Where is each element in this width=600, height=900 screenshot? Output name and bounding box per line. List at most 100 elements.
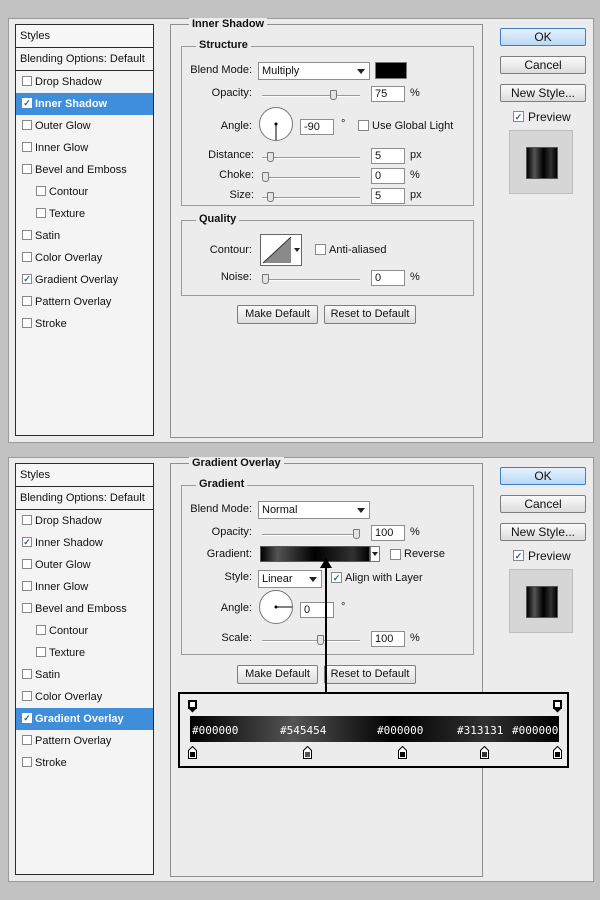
- checkbox[interactable]: [22, 691, 32, 701]
- style-item-bevel-emboss[interactable]: Bevel and Emboss: [16, 159, 153, 181]
- reset-to-default-button[interactable]: Reset to Default: [324, 665, 416, 684]
- distance-slider[interactable]: [262, 152, 360, 162]
- color-stop-icon[interactable]: [398, 746, 407, 759]
- style-item-satin[interactable]: Satin: [16, 664, 153, 686]
- blend-mode-select[interactable]: Multiply: [258, 62, 370, 80]
- slider-thumb[interactable]: [262, 274, 269, 284]
- angle-dial[interactable]: [259, 107, 293, 141]
- style-item-contour[interactable]: Contour: [16, 181, 153, 203]
- style-item-outer-glow[interactable]: Outer Glow: [16, 554, 153, 576]
- gradient-style-select[interactable]: Linear: [258, 570, 322, 588]
- contour-picker[interactable]: [260, 234, 302, 266]
- scale-input[interactable]: 100: [371, 631, 405, 647]
- style-item-contour[interactable]: Contour: [16, 620, 153, 642]
- checkbox[interactable]: [22, 230, 32, 240]
- checkbox-checked[interactable]: ✓: [22, 98, 32, 108]
- style-item-color-overlay[interactable]: Color Overlay: [16, 686, 153, 708]
- style-item-gradient-overlay[interactable]: ✓ Gradient Overlay: [16, 269, 153, 291]
- slider-thumb[interactable]: [262, 172, 269, 182]
- checkbox[interactable]: [22, 296, 32, 306]
- new-style-button[interactable]: New Style...: [500, 84, 586, 102]
- checkbox[interactable]: [22, 142, 32, 152]
- make-default-button[interactable]: Make Default: [237, 305, 318, 324]
- angle-dial[interactable]: [259, 590, 293, 624]
- noise-input[interactable]: 0: [371, 270, 405, 286]
- ok-button[interactable]: OK: [500, 28, 586, 46]
- reverse-checkbox[interactable]: [390, 549, 401, 560]
- opacity-stop-icon[interactable]: [553, 700, 562, 713]
- preview-checkbox[interactable]: ✓: [513, 550, 524, 561]
- preview-checkbox[interactable]: ✓: [513, 111, 524, 122]
- opacity-slider[interactable]: [262, 529, 360, 539]
- color-stop-icon[interactable]: [303, 746, 312, 759]
- style-item-inner-glow[interactable]: Inner Glow: [16, 137, 153, 159]
- style-item-pattern-overlay[interactable]: Pattern Overlay: [16, 730, 153, 752]
- checkbox[interactable]: [36, 208, 46, 218]
- global-light-checkbox[interactable]: [358, 120, 369, 131]
- checkbox[interactable]: [22, 581, 32, 591]
- blending-options-item[interactable]: Blending Options: Default: [16, 487, 153, 510]
- size-input[interactable]: 5: [371, 188, 405, 204]
- size-slider[interactable]: [262, 192, 360, 202]
- styles-header[interactable]: Styles: [16, 25, 153, 48]
- make-default-button[interactable]: Make Default: [237, 665, 318, 684]
- reset-to-default-button[interactable]: Reset to Default: [324, 305, 416, 324]
- new-style-button[interactable]: New Style...: [500, 523, 586, 541]
- style-item-inner-shadow[interactable]: ✓ Inner Shadow: [16, 532, 153, 554]
- style-item-bevel-emboss[interactable]: Bevel and Emboss: [16, 598, 153, 620]
- checkbox-checked[interactable]: ✓: [22, 537, 32, 547]
- checkbox[interactable]: [22, 559, 32, 569]
- color-stop-icon[interactable]: [188, 746, 197, 759]
- cancel-button[interactable]: Cancel: [500, 495, 586, 513]
- angle-input[interactable]: -90: [300, 119, 334, 135]
- style-item-pattern-overlay[interactable]: Pattern Overlay: [16, 291, 153, 313]
- anti-aliased-checkbox[interactable]: [315, 244, 326, 255]
- slider-thumb[interactable]: [353, 529, 360, 539]
- gradient-dropdown-toggle[interactable]: [370, 546, 380, 562]
- style-item-texture[interactable]: Texture: [16, 203, 153, 225]
- checkbox-checked[interactable]: ✓: [22, 274, 32, 284]
- checkbox[interactable]: [22, 76, 32, 86]
- color-stop-icon[interactable]: [480, 746, 489, 759]
- checkbox[interactable]: [22, 252, 32, 262]
- scale-slider[interactable]: [262, 635, 360, 645]
- shadow-color-swatch[interactable]: [375, 62, 407, 79]
- ok-button[interactable]: OK: [500, 467, 586, 485]
- opacity-stop-icon[interactable]: [188, 700, 197, 713]
- checkbox[interactable]: [22, 603, 32, 613]
- style-item-texture[interactable]: Texture: [16, 642, 153, 664]
- blending-options-item[interactable]: Blending Options: Default: [16, 48, 153, 71]
- checkbox[interactable]: [22, 164, 32, 174]
- opacity-input[interactable]: 100: [371, 525, 405, 541]
- checkbox[interactable]: [22, 735, 32, 745]
- checkbox[interactable]: [22, 757, 32, 767]
- blend-mode-select[interactable]: Normal: [258, 501, 370, 519]
- checkbox[interactable]: [22, 515, 32, 525]
- style-item-inner-glow[interactable]: Inner Glow: [16, 576, 153, 598]
- slider-thumb[interactable]: [267, 192, 274, 202]
- style-item-stroke[interactable]: Stroke: [16, 752, 153, 774]
- styles-header[interactable]: Styles: [16, 464, 153, 487]
- checkbox[interactable]: [36, 625, 46, 635]
- noise-slider[interactable]: [262, 274, 360, 284]
- gradient-picker[interactable]: [260, 546, 370, 562]
- slider-thumb[interactable]: [267, 152, 274, 162]
- opacity-slider[interactable]: [262, 90, 360, 100]
- checkbox[interactable]: [22, 669, 32, 679]
- style-item-satin[interactable]: Satin: [16, 225, 153, 247]
- style-item-stroke[interactable]: Stroke: [16, 313, 153, 335]
- checkbox[interactable]: [36, 647, 46, 657]
- style-item-drop-shadow[interactable]: Drop Shadow: [16, 510, 153, 532]
- cancel-button[interactable]: Cancel: [500, 56, 586, 74]
- checkbox[interactable]: [22, 318, 32, 328]
- slider-thumb[interactable]: [330, 90, 337, 100]
- checkbox-checked[interactable]: ✓: [22, 713, 32, 723]
- style-item-outer-glow[interactable]: Outer Glow: [16, 115, 153, 137]
- checkbox[interactable]: [22, 120, 32, 130]
- choke-input[interactable]: 0: [371, 168, 405, 184]
- style-item-inner-shadow[interactable]: ✓ Inner Shadow: [16, 93, 153, 115]
- style-item-color-overlay[interactable]: Color Overlay: [16, 247, 153, 269]
- opacity-input[interactable]: 75: [371, 86, 405, 102]
- color-stop-icon[interactable]: [553, 746, 562, 759]
- style-item-gradient-overlay[interactable]: ✓ Gradient Overlay: [16, 708, 153, 730]
